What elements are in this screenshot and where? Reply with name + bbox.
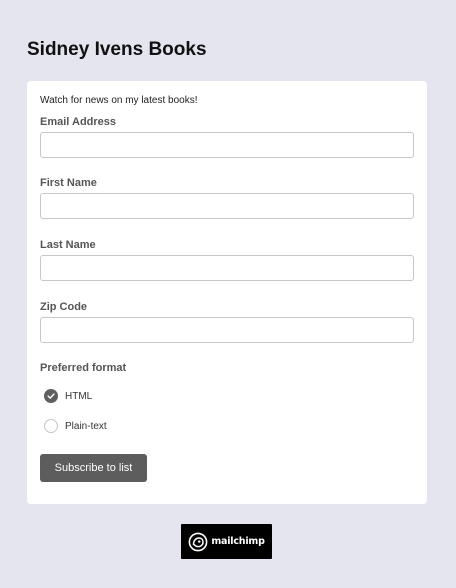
last-name-label: Last Name — [40, 239, 96, 251]
preferred-format-label: Preferred format — [40, 362, 127, 374]
mailchimp-logo-icon — [188, 532, 208, 551]
first-name-field[interactable] — [40, 193, 414, 219]
signup-form: Watch for news on my latest books! Email… — [27, 81, 427, 504]
zip-code-label: Zip Code — [40, 301, 88, 313]
checkmark-icon[interactable] — [44, 389, 58, 403]
intro-text: Watch for news on my latest books! — [40, 95, 198, 106]
format-option-plain-text[interactable]: Plain-text — [44, 417, 107, 435]
zip-code-field[interactable] — [40, 317, 414, 343]
mailchimp-badge[interactable]: mailchimp — [181, 524, 272, 559]
check-glyph-icon — [47, 393, 55, 399]
format-option-html[interactable]: HTML — [44, 387, 92, 405]
radio-empty-icon[interactable] — [44, 419, 58, 433]
format-option-plain-text-label: Plain-text — [65, 420, 107, 432]
email-label: Email Address — [40, 116, 117, 128]
subscribe-button[interactable]: Subscribe to list — [40, 454, 147, 482]
mailchimp-wordmark: mailchimp — [211, 536, 265, 547]
first-name-label: First Name — [40, 177, 97, 189]
last-name-field[interactable] — [40, 255, 414, 281]
page-title: Sidney Ivens Books — [27, 39, 207, 60]
email-field[interactable] — [40, 132, 414, 158]
format-option-html-label: HTML — [65, 390, 93, 402]
